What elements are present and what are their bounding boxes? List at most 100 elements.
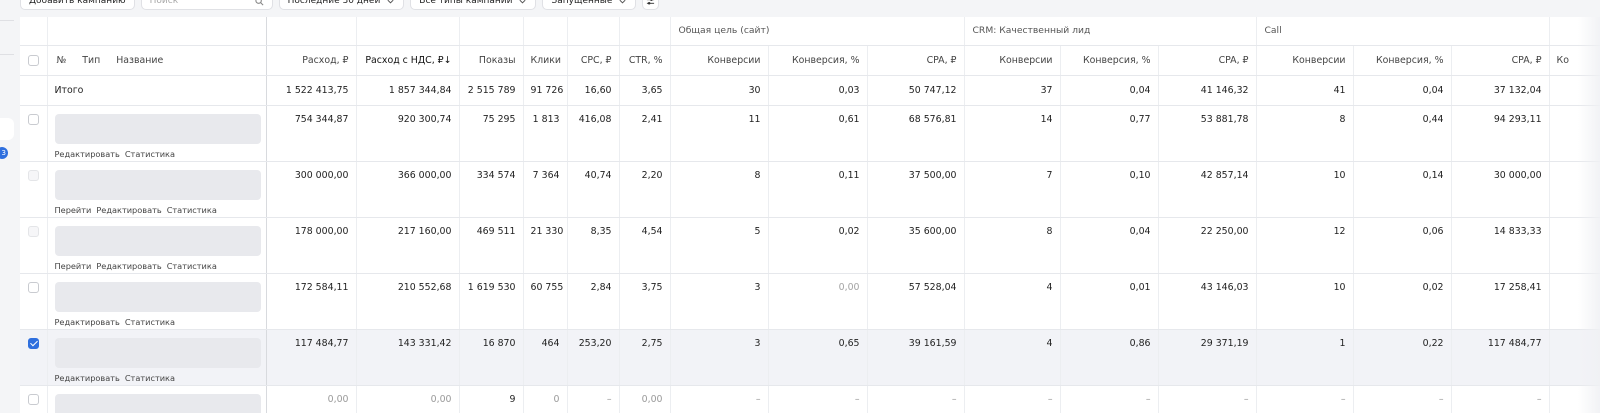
group-crm-lead: CRM: Качественный лид — [964, 17, 1257, 46]
row-action-link[interactable]: Редактировать — [55, 373, 120, 383]
table-cell: 8 — [670, 161, 769, 218]
table-cell: 117 484,77 — [266, 329, 357, 386]
row-checkbox[interactable] — [27, 281, 39, 293]
table-cell: 60 755 — [523, 273, 568, 330]
total-label: Итого — [47, 75, 267, 106]
table-cell: 3 — [670, 329, 769, 386]
total-cell: 50 747,12 — [867, 75, 965, 106]
table-cell: 43 146,03 — [1158, 273, 1257, 330]
table-cell: 1 — [1256, 329, 1354, 386]
period-select[interactable]: Последние 30 дней — [278, 0, 405, 10]
table-cell: 4 — [964, 329, 1061, 386]
table-cell: 143 331,42 — [356, 329, 460, 386]
table-cell: 57 528,04 — [867, 273, 965, 330]
table-row[interactable]: 0,00 0,00 9 0–0,00– – – – – – – – – — [20, 385, 1600, 413]
filter-settings-button[interactable] — [642, 0, 660, 10]
column-cpa[interactable]: CPA, ₽ — [1158, 45, 1257, 76]
table-cell: 7 364 — [523, 161, 568, 218]
table-row[interactable]: Редактировать Статистика 754 344,87 920 300… — [20, 105, 1600, 162]
table-cell: – — [1256, 385, 1354, 413]
table-cell: 39 161,59 — [867, 329, 965, 386]
row-action-link[interactable]: Статистика — [125, 373, 175, 383]
column-spend[interactable]: Расход, ₽ — [266, 45, 357, 76]
rail-divider — [0, 20, 14, 21]
table-cell: 2,41 — [619, 105, 671, 162]
table-cell: 53 881,78 — [1158, 105, 1257, 162]
status-select-label: Запущенные — [551, 0, 613, 6]
row-checkbox[interactable] — [27, 113, 39, 125]
column-type[interactable]: Тип — [82, 55, 100, 66]
table-row[interactable]: Перейти Редактировать Статистика 178 000,00… — [20, 217, 1600, 274]
table-cell: 8,35 — [567, 217, 620, 274]
column-conversions[interactable]: Конверсии — [670, 45, 769, 76]
row-action-link[interactable]: Статистика — [167, 261, 217, 271]
total-cell: 30 — [670, 75, 769, 106]
table-cell: 8 — [1256, 105, 1354, 162]
campaigns-table: Общая цель (сайт) CRM: Качественный лид … — [20, 17, 1600, 413]
table-cell: – — [1353, 385, 1452, 413]
table-cell: 0,02 — [768, 217, 868, 274]
table-cell: 0,00 — [356, 385, 460, 413]
table-cell: 0,00 — [266, 385, 357, 413]
table-cell: 0,01 — [1060, 273, 1159, 330]
table-cell: 21 330 — [523, 217, 568, 274]
column-ctr[interactable]: CTR, % — [619, 45, 671, 76]
column-conv-rate[interactable]: Конверсия, % — [768, 45, 868, 76]
rail-active-item[interactable] — [0, 118, 14, 140]
row-action-link[interactable]: Перейти — [55, 261, 92, 271]
row-action-link[interactable]: Редактировать — [55, 149, 120, 159]
column-spend-vat[interactable]: Расход с НДС, ₽↓ — [356, 45, 460, 76]
campaign-name-cell — [47, 385, 267, 413]
row-checkbox[interactable] — [27, 393, 39, 405]
table-cell: 8 — [964, 217, 1061, 274]
chevron-down-icon — [387, 0, 394, 4]
row-checkbox[interactable] — [27, 337, 39, 349]
column-conversions[interactable]: Конверсии — [1256, 45, 1354, 76]
table-row[interactable]: Редактировать Статистика 117 484,77 143 331… — [20, 329, 1600, 386]
column-impressions[interactable]: Показы — [459, 45, 524, 76]
total-cell: 41 — [1256, 75, 1354, 106]
table-cell: 416,08 — [567, 105, 620, 162]
campaign-type-select[interactable]: Все типы кампаний — [410, 0, 537, 10]
row-action-link[interactable]: Редактировать — [96, 205, 161, 215]
column-conv-rate[interactable]: Конверсия, % — [1060, 45, 1159, 76]
column-cpa[interactable]: CPA, ₽ — [1451, 45, 1550, 76]
column-conv-rate[interactable]: Конверсия, % — [1353, 45, 1452, 76]
column-name[interactable]: Название — [116, 55, 163, 66]
column-clicks[interactable]: Клики — [523, 45, 568, 76]
redacted-campaign-name — [54, 225, 261, 256]
table-cell: 40,74 — [567, 161, 620, 218]
table-cell: 0,04 — [1060, 217, 1159, 274]
add-campaign-button[interactable]: Добавить кампанию — [20, 0, 135, 10]
row-action-link[interactable]: Редактировать — [96, 261, 161, 271]
select-all-checkbox[interactable] — [27, 54, 39, 66]
table-row[interactable]: Перейти Редактировать Статистика 300 000,00… — [20, 161, 1600, 218]
column-conversions[interactable]: Конверсии — [964, 45, 1061, 76]
total-cell: 37 132,04 — [1451, 75, 1550, 106]
column-cpc[interactable]: CPC, ₽ — [567, 45, 620, 76]
table-cell: 10 — [1256, 273, 1354, 330]
table-cell: 14 — [964, 105, 1061, 162]
row-checkbox — [27, 169, 39, 181]
total-cell: 16,60 — [567, 75, 620, 106]
table-row[interactable]: Редактировать Статистика 172 584,11 210 552… — [20, 273, 1600, 330]
column-cpa[interactable]: CPA, ₽ — [867, 45, 965, 76]
table-cell: 10 — [1256, 161, 1354, 218]
row-action-link[interactable]: Редактировать — [55, 317, 120, 327]
column-num[interactable]: № — [57, 55, 67, 66]
table-cell: 366 000,00 — [356, 161, 460, 218]
search-input[interactable]: Поиск — [140, 0, 273, 10]
total-cell: 3,65 — [619, 75, 671, 106]
total-cell: 37 — [964, 75, 1061, 106]
status-select[interactable]: Запущенные — [542, 0, 637, 10]
row-action-link[interactable]: Статистика — [125, 149, 175, 159]
row-action-link[interactable]: Перейти — [55, 205, 92, 215]
table-cell: 0,02 — [1353, 273, 1452, 330]
table-cell: – — [1158, 385, 1257, 413]
header-column-row: № Тип Название Расход, ₽ Расход с НДС, ₽… — [20, 45, 1600, 76]
row-action-link[interactable]: Статистика — [167, 205, 217, 215]
table-cell: 7 — [964, 161, 1061, 218]
table-cell: 68 576,81 — [867, 105, 965, 162]
column-more[interactable]: Ко — [1549, 45, 1600, 76]
row-action-link[interactable]: Статистика — [125, 317, 175, 327]
